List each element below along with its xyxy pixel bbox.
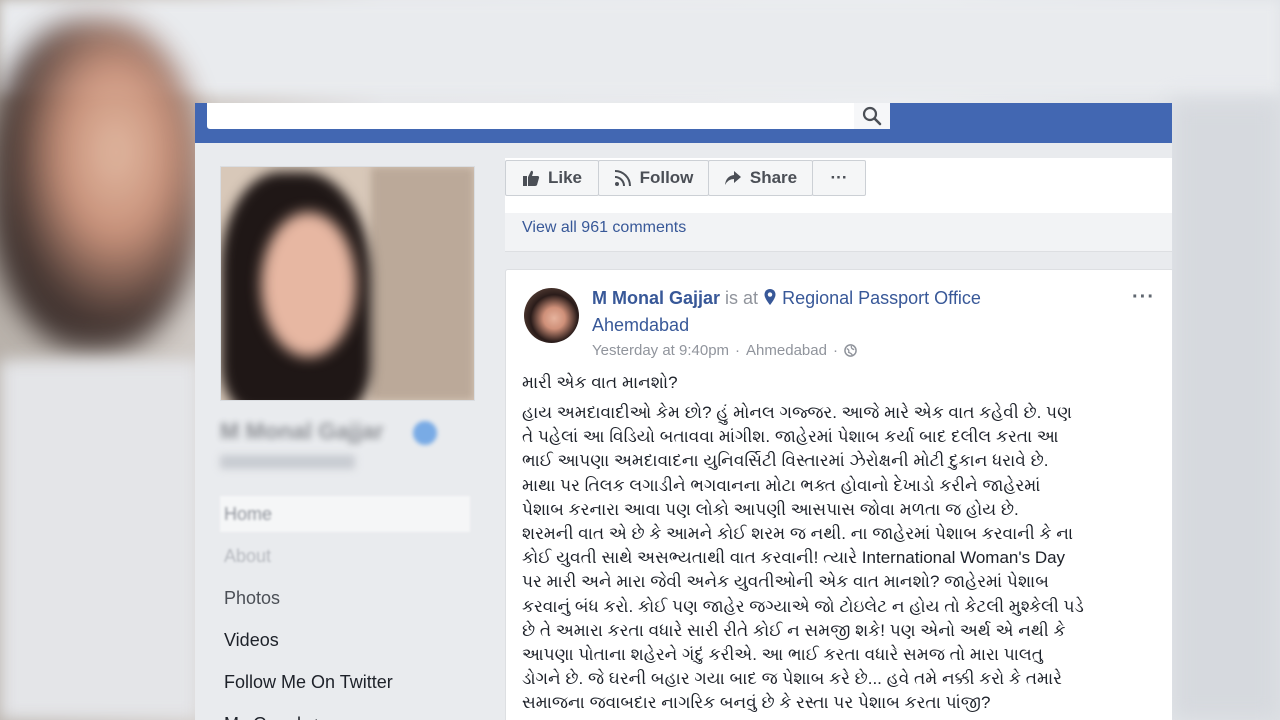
post-text-line: હાય અમદાવાદીઓ કેમ છો? હું મોનલ ગજ્જર. આજ… [522, 403, 1072, 422]
post-meta: Yesterday at 9:40pm · Ahmedabad · [592, 342, 857, 359]
background-topbar [0, 0, 1280, 95]
share-arrow-icon [724, 171, 741, 185]
post-author-link[interactable]: M Monal Gajjar [592, 288, 720, 308]
sidebar-item-videos[interactable]: Videos [220, 622, 470, 658]
map-pin-icon [764, 289, 776, 305]
post-text-line: કોઈ યુવતી સાથે અસભ્યતાથી વાત કરવાની! ત્ય… [522, 548, 1066, 568]
post-text-line: પર મારી અને મારા જેવી અનેક યુવતીઓની એક વ… [522, 572, 1049, 592]
background-right-panel [1172, 100, 1280, 720]
follow-label: Follow [639, 168, 694, 187]
page-action-bar: Like Follow Share ··· [505, 158, 1172, 214]
search-button[interactable] [854, 103, 890, 129]
share-button[interactable]: Share [708, 160, 813, 196]
comments-preview: View all 961 comments [505, 213, 1172, 252]
search-input[interactable] [207, 103, 890, 129]
sidebar-item-follow-twitter[interactable]: Follow Me On Twitter [220, 664, 470, 700]
page-name[interactable]: M Monal Gajjar [220, 418, 384, 445]
checkin-place-city-link[interactable]: Ahemdabad [592, 315, 689, 336]
post-card: M Monal Gajjar is at Regional Passport O… [505, 269, 1172, 720]
view-all-comments-link[interactable]: View all 961 comments [522, 219, 686, 237]
share-label: Share [749, 168, 798, 187]
more-actions-button[interactable]: ··· [812, 160, 866, 196]
like-button[interactable]: Like [505, 160, 599, 196]
avatar[interactable] [524, 288, 579, 343]
sidebar-item-photos[interactable]: Photos [220, 580, 470, 616]
like-label: Like [547, 168, 583, 187]
search-icon [862, 106, 882, 126]
rss-icon [614, 170, 631, 187]
thumbs-up-icon [522, 170, 540, 186]
post-text-line: પેશાબ કરનારા આવા પણ લોકો આપણી આસપાસ જોવા… [522, 499, 1019, 519]
globe-icon [844, 344, 857, 357]
post-text-line: ભાઈ આપણા અમદાવાદના યુનિવર્સિટી વિસ્તારમા… [522, 451, 1049, 471]
more-actions-label: ··· [830, 168, 848, 187]
post-text-line: કરવાનું બંધ કરો. કોઈ પણ જાહેર જગ્યાએ જો … [522, 596, 1084, 616]
background-left-panel [0, 360, 200, 720]
profile-picture-wall [371, 167, 474, 400]
post-text-line: આપણા પોતાના શહેરને ગંદું કરીએ. આ ભાઈ કરત… [522, 645, 1044, 665]
sidebar-item-google-plus[interactable]: My Google+ [220, 706, 470, 720]
post-text-line: શરમની વાત એ છે કે આમને કોઈ શરમ જ નથી. ના… [522, 524, 1074, 544]
follow-button[interactable]: Follow [598, 160, 709, 196]
page-sidebar-nav: Home About Photos Videos Follow Me On Tw… [220, 496, 470, 720]
post-title: મારી એક વાત માનશો? [522, 373, 678, 392]
page-handle-blurred [220, 455, 355, 469]
post-body: હાય અમદાવાદીઓ કેમ છો? હું મોનલ ગજ્જર. આજ… [522, 401, 1162, 716]
profile-picture[interactable] [220, 166, 475, 401]
post-text-line: તે પહેલાં આ વિડિયો બતાવવા માંગીશ. જાહેરમ… [522, 427, 1059, 447]
top-navigation-bar [195, 103, 1172, 143]
checkin-place-link[interactable]: Regional Passport Office [782, 288, 981, 308]
sidebar-item-home[interactable]: Home [220, 496, 470, 532]
meta-separator-2: · [832, 342, 838, 359]
post-header: M Monal Gajjar is at Regional Passport O… [592, 288, 981, 309]
post-text-line: માથા પર તિલક લગાડીને ભગવાનના મોટા ભક્ત હ… [522, 475, 1041, 495]
post-timestamp[interactable]: Yesterday at 9:40pm [592, 342, 729, 359]
background-portrait [0, 20, 200, 350]
facebook-screen: M Monal Gajjar Home About Photos Videos … [195, 103, 1172, 720]
checkin-text: is at [725, 288, 759, 308]
post-location-link[interactable]: Ahmedabad [746, 342, 827, 359]
meta-separator: · [735, 342, 741, 359]
profile-picture-face [261, 212, 356, 357]
post-text-line: ડોગને છે. જે ઘરની બહાર ગયા બાદ જ પેશાબ ક… [522, 669, 1062, 689]
post-options-button[interactable]: ··· [1132, 286, 1155, 309]
sidebar-item-about[interactable]: About [220, 538, 470, 574]
post-text-line: છે તે અમારા કરતા વધારે સારી રીતે કોઈ ન સ… [522, 620, 1066, 640]
post-text-line: સમાજના જવાબદાર નાગરિક બનવું છે કે રસ્તા … [522, 693, 991, 713]
verified-badge-icon [413, 421, 437, 445]
